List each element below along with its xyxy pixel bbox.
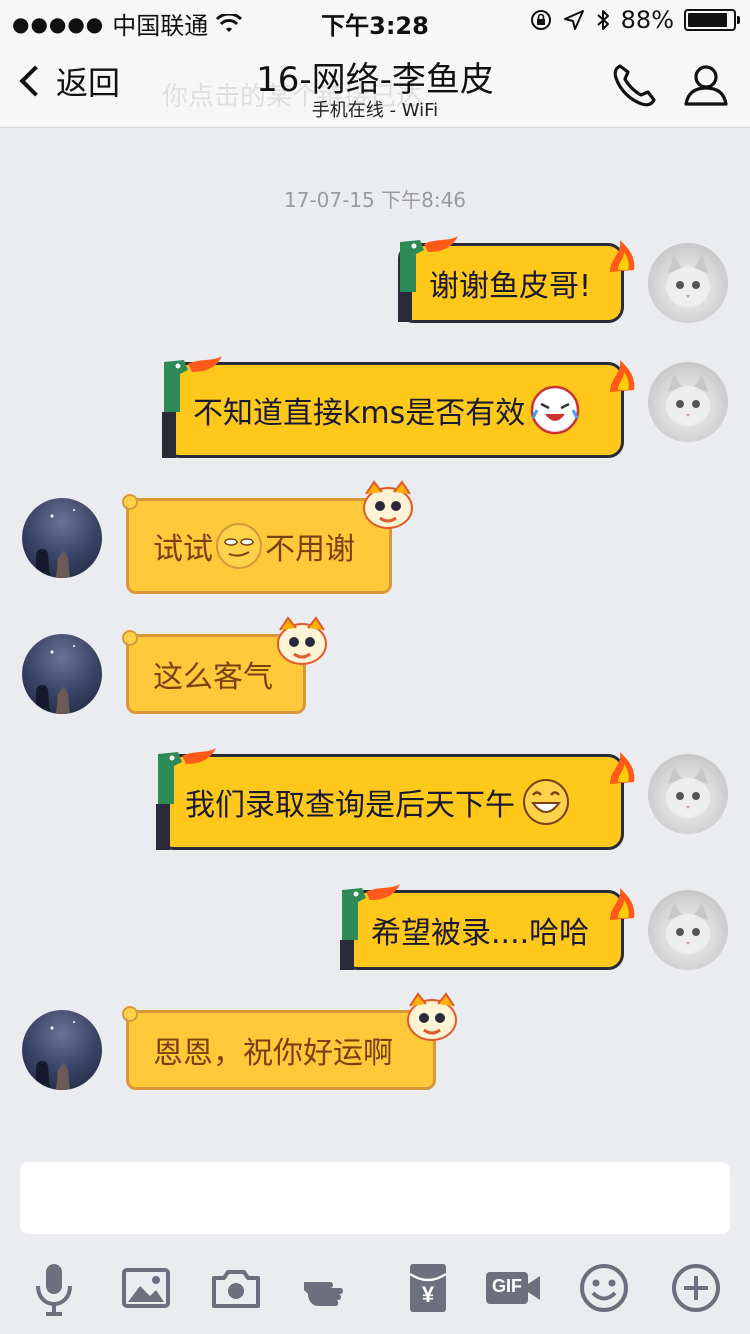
dinosaur-sticker-icon xyxy=(156,748,216,850)
phone-icon[interactable] xyxy=(606,58,662,114)
lion-dance-sticker-icon xyxy=(407,992,457,1041)
poke-icon[interactable] xyxy=(300,1260,356,1316)
flame-icon xyxy=(610,888,635,920)
bluetooth-icon xyxy=(596,10,609,30)
contact-avatar[interactable] xyxy=(22,498,102,578)
message-text: 不用谢 xyxy=(265,532,355,567)
message-text: 试试 xyxy=(153,532,213,567)
contact-avatar[interactable] xyxy=(22,1010,102,1090)
gif-label: GIF xyxy=(492,1276,522,1296)
my-avatar[interactable] xyxy=(648,890,728,970)
image-icon[interactable] xyxy=(118,1260,174,1316)
night-sky-icon xyxy=(36,509,75,578)
status-right: 88% xyxy=(529,6,740,34)
message-bubble[interactable]: 我们录取查询是后天下午 xyxy=(158,754,624,850)
cat-face-icon xyxy=(666,766,710,818)
message-input[interactable] xyxy=(20,1162,730,1234)
my-avatar[interactable] xyxy=(648,754,728,834)
plus-icon[interactable] xyxy=(668,1260,724,1316)
input-toolbar: ¥ GIF xyxy=(0,1240,750,1334)
message-text: 我们录取查询是后天下午 xyxy=(185,788,515,823)
my-avatar[interactable] xyxy=(648,362,728,442)
lion-dance-sticker-icon xyxy=(363,480,413,529)
battery-percent: 88% xyxy=(620,6,674,34)
flame-icon xyxy=(610,360,635,392)
dinosaur-sticker-icon xyxy=(340,884,400,970)
bell-icon xyxy=(122,630,138,646)
bell-icon xyxy=(122,494,138,510)
status-bar: ●●●●● 中国联通 下午3:28 88% xyxy=(0,0,750,40)
emoji-icon[interactable] xyxy=(576,1260,632,1316)
night-sky-icon xyxy=(36,645,75,714)
grin-emoji-icon xyxy=(523,779,569,825)
cat-face-icon xyxy=(666,255,710,307)
dinosaur-sticker-icon xyxy=(398,236,458,322)
location-icon xyxy=(563,10,584,30)
cat-face-icon xyxy=(666,902,710,954)
message-bubble[interactable]: 不知道直接kms是否有效 xyxy=(164,362,624,458)
red-packet-icon[interactable]: ¥ xyxy=(400,1260,456,1316)
red-packet-symbol: ¥ xyxy=(421,1282,435,1307)
flame-icon xyxy=(610,240,635,272)
gif-button[interactable]: GIF xyxy=(484,1260,544,1316)
smirk-emoji-icon xyxy=(216,523,262,569)
cat-face-icon xyxy=(666,374,710,426)
rotation-lock-icon xyxy=(530,10,551,30)
message-text: 这么客气 xyxy=(153,660,273,695)
crying-laugh-emoji-icon xyxy=(530,385,580,435)
flame-icon xyxy=(610,752,635,784)
microphone-icon[interactable] xyxy=(26,1260,82,1316)
battery-fill xyxy=(688,13,727,27)
night-sky-icon xyxy=(36,1021,75,1090)
nav-bar: 你点击的某个链接已达 返回 16-网络-李鱼皮 手机在线 - WiFi xyxy=(0,40,750,128)
contact-avatar[interactable] xyxy=(22,634,102,714)
chat-timestamp: 17-07-15 下午8:46 xyxy=(283,188,467,212)
lion-dance-sticker-icon xyxy=(277,616,327,665)
camera-icon[interactable] xyxy=(208,1260,264,1316)
message-text: 恩恩，祝你好运啊 xyxy=(153,1036,393,1071)
message-bubble[interactable]: 试试 不用谢 xyxy=(126,498,392,594)
dinosaur-sticker-icon xyxy=(162,356,222,458)
message-bubble[interactable]: 恩恩，祝你好运啊 xyxy=(126,1010,436,1090)
bell-icon xyxy=(122,1006,138,1022)
my-avatar[interactable] xyxy=(648,243,728,323)
profile-icon[interactable] xyxy=(678,58,734,114)
battery-icon xyxy=(684,9,740,31)
message-text: 不知道直接kms是否有效 xyxy=(193,396,526,431)
